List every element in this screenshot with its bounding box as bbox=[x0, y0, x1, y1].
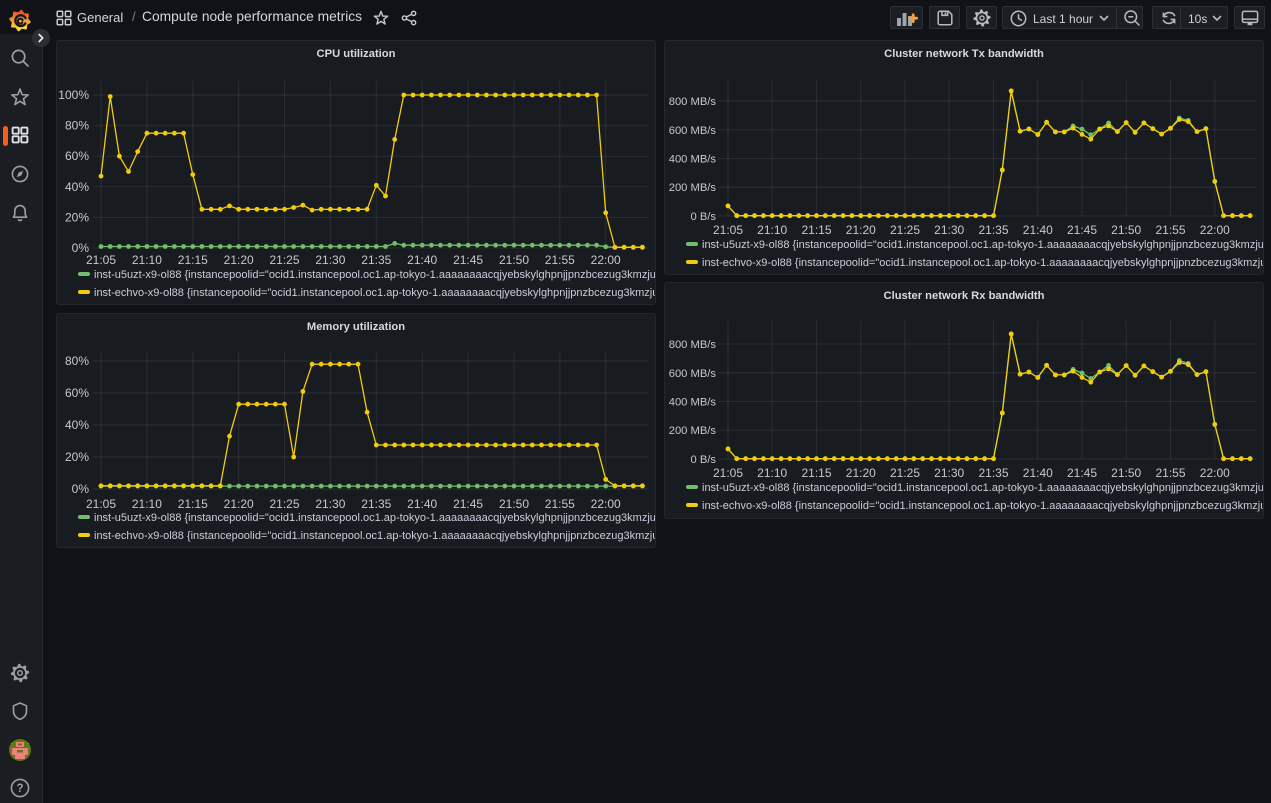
svg-text:21:05: 21:05 bbox=[86, 253, 116, 267]
svg-text:21:10: 21:10 bbox=[757, 223, 787, 237]
svg-text:600 MB/s: 600 MB/s bbox=[669, 125, 717, 137]
svg-text:21:25: 21:25 bbox=[890, 466, 920, 480]
svg-text:21:35: 21:35 bbox=[361, 253, 391, 267]
svg-text:21:10: 21:10 bbox=[757, 466, 787, 480]
svg-text:800 MB/s: 800 MB/s bbox=[669, 96, 717, 108]
svg-text:40%: 40% bbox=[65, 418, 89, 432]
svg-text:21:20: 21:20 bbox=[224, 497, 254, 511]
svg-text:22:00: 22:00 bbox=[591, 497, 621, 511]
svg-text:inst-echvo-x9-ol88 {instancepo: inst-echvo-x9-ol88 {instancepoolid="ocid… bbox=[94, 530, 655, 542]
svg-text:800 MB/s: 800 MB/s bbox=[669, 339, 717, 351]
svg-text:21:35: 21:35 bbox=[978, 466, 1008, 480]
svg-text:21:40: 21:40 bbox=[407, 497, 437, 511]
svg-text:60%: 60% bbox=[65, 149, 89, 163]
svg-text:21:15: 21:15 bbox=[178, 497, 208, 511]
svg-text:?: ? bbox=[16, 783, 23, 795]
svg-text:21:10: 21:10 bbox=[132, 497, 162, 511]
svg-text:200 MB/s: 200 MB/s bbox=[669, 425, 717, 437]
svg-text:21:15: 21:15 bbox=[178, 253, 208, 267]
svg-text:0 B/s: 0 B/s bbox=[691, 211, 717, 223]
svg-text:400 MB/s: 400 MB/s bbox=[669, 397, 717, 409]
svg-text:21:20: 21:20 bbox=[846, 223, 876, 237]
svg-text:21:05: 21:05 bbox=[713, 223, 743, 237]
svg-text:20%: 20% bbox=[65, 210, 89, 224]
svg-text:21:40: 21:40 bbox=[407, 253, 437, 267]
svg-text:400 MB/s: 400 MB/s bbox=[669, 154, 717, 166]
svg-text:21:55: 21:55 bbox=[545, 497, 575, 511]
svg-text:600 MB/s: 600 MB/s bbox=[669, 368, 717, 380]
svg-text:21:30: 21:30 bbox=[934, 223, 964, 237]
svg-text:21:30: 21:30 bbox=[315, 253, 345, 267]
svg-text:21:40: 21:40 bbox=[1023, 466, 1053, 480]
svg-text:inst-u5uzt-x9-ol88 {instancepo: inst-u5uzt-x9-ol88 {instancepoolid="ocid… bbox=[702, 239, 1263, 251]
svg-text:21:50: 21:50 bbox=[1111, 466, 1141, 480]
svg-text:21:20: 21:20 bbox=[224, 253, 254, 267]
svg-text:inst-u5uzt-x9-ol88 {instancepo: inst-u5uzt-x9-ol88 {instancepoolid="ocid… bbox=[94, 269, 655, 281]
svg-text:40%: 40% bbox=[65, 180, 89, 194]
svg-text:21:25: 21:25 bbox=[269, 253, 299, 267]
svg-text:21:50: 21:50 bbox=[499, 253, 529, 267]
svg-text:21:45: 21:45 bbox=[453, 497, 483, 511]
svg-text:80%: 80% bbox=[65, 119, 89, 133]
svg-text:22:00: 22:00 bbox=[1200, 223, 1230, 237]
svg-text:21:15: 21:15 bbox=[801, 466, 831, 480]
svg-text:21:25: 21:25 bbox=[269, 497, 299, 511]
svg-text:21:30: 21:30 bbox=[315, 497, 345, 511]
svg-text:inst-u5uzt-x9-ol88 {instancepo: inst-u5uzt-x9-ol88 {instancepoolid="ocid… bbox=[94, 512, 655, 524]
svg-text:0%: 0% bbox=[72, 482, 90, 496]
svg-text:60%: 60% bbox=[65, 386, 89, 400]
svg-text:21:45: 21:45 bbox=[1067, 466, 1097, 480]
svg-text:21:40: 21:40 bbox=[1023, 223, 1053, 237]
svg-text:inst-u5uzt-x9-ol88 {instancepo: inst-u5uzt-x9-ol88 {instancepoolid="ocid… bbox=[702, 482, 1263, 494]
svg-text:21:50: 21:50 bbox=[499, 497, 529, 511]
svg-text:inst-echvo-x9-ol88 {instancepo: inst-echvo-x9-ol88 {instancepoolid="ocid… bbox=[702, 257, 1263, 269]
svg-text:21:55: 21:55 bbox=[1155, 223, 1185, 237]
svg-text:21:05: 21:05 bbox=[713, 466, 743, 480]
svg-text:21:15: 21:15 bbox=[801, 223, 831, 237]
svg-text:21:50: 21:50 bbox=[1111, 223, 1141, 237]
svg-text:21:35: 21:35 bbox=[361, 497, 391, 511]
svg-text:21:45: 21:45 bbox=[453, 253, 483, 267]
svg-text:21:25: 21:25 bbox=[890, 223, 920, 237]
svg-text:21:20: 21:20 bbox=[846, 466, 876, 480]
svg-text:0 B/s: 0 B/s bbox=[691, 454, 717, 466]
svg-text:inst-echvo-x9-ol88 {instancepo: inst-echvo-x9-ol88 {instancepoolid="ocid… bbox=[94, 287, 655, 299]
svg-text:21:05: 21:05 bbox=[86, 497, 116, 511]
svg-text:21:55: 21:55 bbox=[1155, 466, 1185, 480]
svg-text:21:55: 21:55 bbox=[545, 253, 575, 267]
svg-text:21:10: 21:10 bbox=[132, 253, 162, 267]
svg-text:200 MB/s: 200 MB/s bbox=[669, 182, 717, 194]
svg-text:80%: 80% bbox=[65, 354, 89, 368]
svg-text:inst-echvo-x9-ol88 {instancepo: inst-echvo-x9-ol88 {instancepoolid="ocid… bbox=[702, 500, 1263, 512]
svg-text:21:45: 21:45 bbox=[1067, 223, 1097, 237]
svg-text:22:00: 22:00 bbox=[1200, 466, 1230, 480]
svg-text:21:35: 21:35 bbox=[978, 223, 1008, 237]
svg-text:20%: 20% bbox=[65, 450, 89, 464]
svg-text:21:30: 21:30 bbox=[934, 466, 964, 480]
svg-text:22:00: 22:00 bbox=[591, 253, 621, 267]
svg-text:100%: 100% bbox=[58, 88, 89, 102]
